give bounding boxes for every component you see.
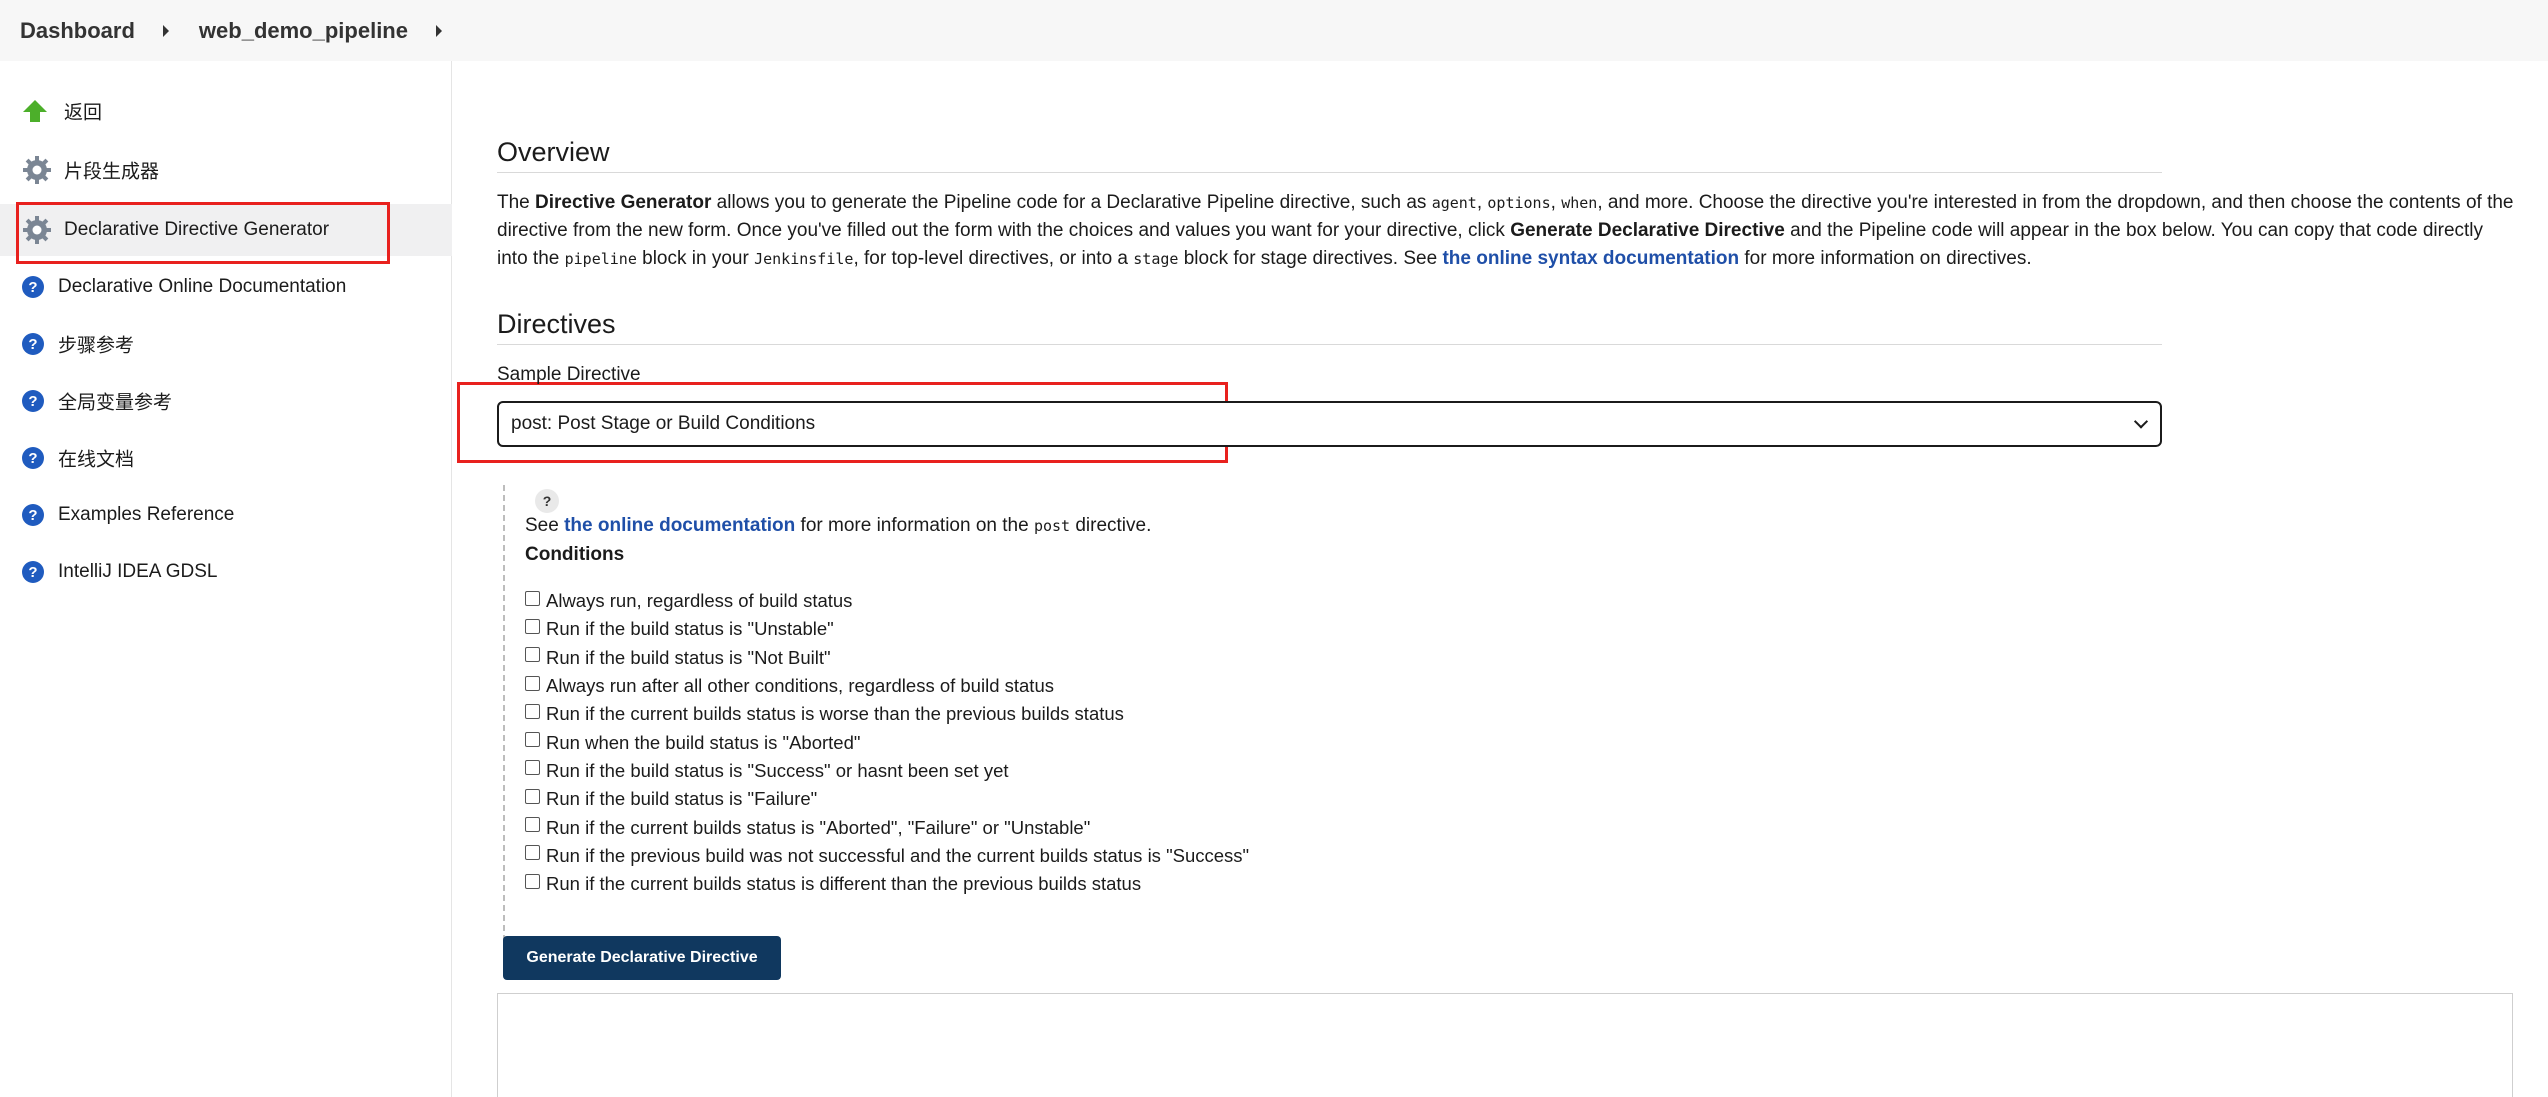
sidebar-item-label: 步骤参考 xyxy=(58,335,135,357)
arrow-up-icon xyxy=(22,98,48,124)
sidebar-item-examples-reference[interactable]: ? Examples Reference xyxy=(0,489,452,541)
sidebar-item-snippet-generator[interactable]: 片段生成器 xyxy=(0,144,452,196)
online-syntax-documentation-link[interactable]: the online syntax documentation xyxy=(1442,248,1739,269)
checkbox[interactable] xyxy=(525,618,540,634)
condition-success[interactable]: Run if the build status is "Success" or … xyxy=(525,757,1249,785)
sidebar-item-label: 在线文档 xyxy=(58,449,135,471)
help-icon: ? xyxy=(22,333,44,355)
sidebar-item-label: 全局变量参考 xyxy=(58,392,173,414)
sidebar: 返回 片段生成器 Declarative Directive Generator… xyxy=(0,61,452,1097)
sidebar-item-declarative-online-documentation[interactable]: ? Declarative Online Documentation xyxy=(0,261,452,313)
overview-text: The Directive Generator allows you to ge… xyxy=(497,192,2514,269)
directives-title: Directives xyxy=(497,309,2162,345)
help-icon: ? xyxy=(22,447,44,469)
checkbox[interactable] xyxy=(525,873,540,889)
condition-failure[interactable]: Run if the build status is "Failure" xyxy=(525,785,1249,813)
breadcrumb: Dashboard web_demo_pipeline xyxy=(0,0,2548,61)
condition-regression[interactable]: Run if the current builds status is wors… xyxy=(525,700,1249,728)
checkbox[interactable] xyxy=(525,590,540,606)
condition-aborted[interactable]: Run when the build status is "Aborted" xyxy=(525,728,1249,756)
help-icon: ? xyxy=(22,276,44,298)
checkbox[interactable] xyxy=(525,817,540,833)
conditions-list: Always run, regardless of build status R… xyxy=(525,587,1249,898)
sidebar-item-label: Declarative Online Documentation xyxy=(58,276,347,297)
sidebar-item-steps-reference[interactable]: ? 步骤参考 xyxy=(0,318,452,370)
post-help-text: See the online documentation for more in… xyxy=(525,515,1152,536)
generated-code-output[interactable] xyxy=(497,993,2513,1097)
select-value: post: Post Stage or Build Conditions xyxy=(511,413,816,434)
sidebar-item-declarative-directive-generator[interactable]: Declarative Directive Generator xyxy=(0,204,452,256)
gear-icon xyxy=(22,155,52,185)
checkbox[interactable] xyxy=(525,703,540,719)
breadcrumb-dashboard[interactable]: Dashboard xyxy=(20,18,135,44)
online-documentation-link[interactable]: the online documentation xyxy=(564,515,795,536)
sidebar-item-back[interactable]: 返回 xyxy=(0,85,452,137)
conditions-title: Conditions xyxy=(525,544,625,565)
breadcrumb-web-demo-pipeline[interactable]: web_demo_pipeline xyxy=(199,18,408,44)
sidebar-item-label: Declarative Directive Generator xyxy=(64,219,330,240)
gear-icon xyxy=(22,215,52,245)
sidebar-item-global-variables-reference[interactable]: ? 全局变量参考 xyxy=(0,375,452,427)
sidebar-item-label: Examples Reference xyxy=(58,504,235,525)
overview-title: Overview xyxy=(497,137,2162,173)
condition-always[interactable]: Always run, regardless of build status xyxy=(525,587,1249,615)
sample-directive-select[interactable]: post: Post Stage or Build Conditions xyxy=(497,401,2162,447)
generate-declarative-directive-button[interactable]: Generate Declarative Directive xyxy=(503,936,781,980)
checkbox[interactable] xyxy=(525,647,540,663)
condition-unstable[interactable]: Run if the build status is "Unstable" xyxy=(525,615,1249,643)
checkbox[interactable] xyxy=(525,760,540,776)
help-icon: ? xyxy=(22,561,44,583)
chevron-down-icon xyxy=(2133,414,2149,429)
sidebar-item-label: 片段生成器 xyxy=(64,161,160,183)
help-icon: ? xyxy=(22,504,44,526)
condition-cleanup[interactable]: Always run after all other conditions, r… xyxy=(525,672,1249,700)
sidebar-item-label: 返回 xyxy=(64,102,103,124)
condition-changed[interactable]: Run if the current builds status is diff… xyxy=(525,870,1249,898)
help-toggle-icon[interactable]: ? xyxy=(535,489,559,513)
condition-unsuccessful[interactable]: Run if the current builds status is "Abo… xyxy=(525,813,1249,841)
checkbox[interactable] xyxy=(525,732,540,748)
checkbox[interactable] xyxy=(525,845,540,861)
sample-directive-label: Sample Directive xyxy=(497,364,641,385)
sidebar-item-online-docs[interactable]: ? 在线文档 xyxy=(0,432,452,484)
post-directive-form: ? See the online documentation for more … xyxy=(503,485,1603,961)
condition-not-built[interactable]: Run if the build status is "Not Built" xyxy=(525,644,1249,672)
condition-fixed[interactable]: Run if the previous build was not succes… xyxy=(525,842,1249,870)
chevron-right-icon[interactable] xyxy=(162,24,169,37)
sidebar-item-label: IntelliJ IDEA GDSL xyxy=(58,561,218,582)
checkbox[interactable] xyxy=(525,788,540,804)
chevron-right-icon[interactable] xyxy=(435,24,442,37)
checkbox[interactable] xyxy=(525,675,540,691)
help-icon: ? xyxy=(22,390,44,412)
sidebar-item-intellij-idea-gdsl[interactable]: ? IntelliJ IDEA GDSL xyxy=(0,546,452,598)
